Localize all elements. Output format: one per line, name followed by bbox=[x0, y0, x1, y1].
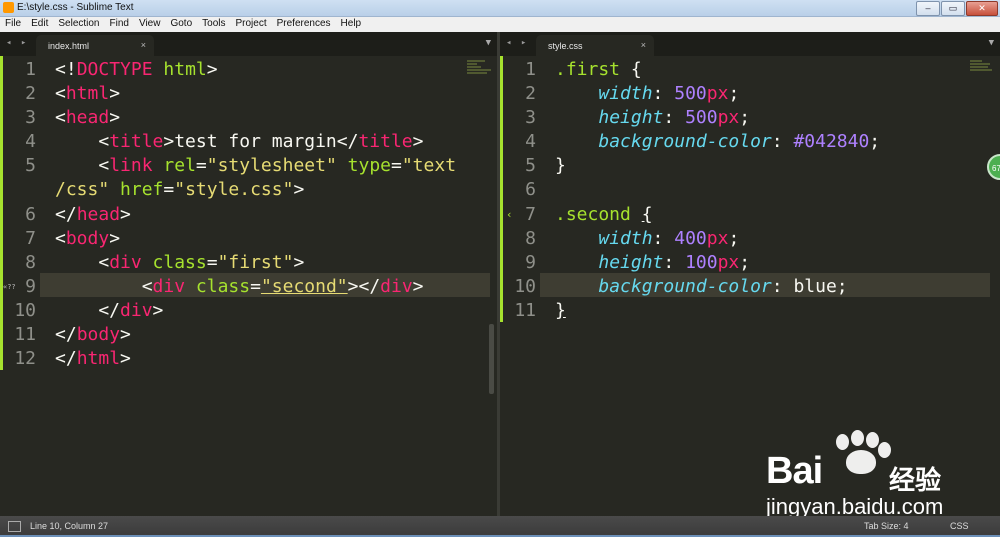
minimap[interactable] bbox=[467, 60, 493, 80]
menu-tools[interactable]: Tools bbox=[197, 17, 230, 32]
minimap[interactable] bbox=[970, 60, 996, 80]
line-number: 5 bbox=[25, 155, 36, 176]
code-line: <html> bbox=[55, 83, 121, 104]
code-line: <head> bbox=[55, 107, 121, 128]
line-number: 6 bbox=[25, 204, 36, 225]
line-number: 12 bbox=[14, 348, 36, 369]
code-line: <body> bbox=[55, 228, 121, 249]
left-tab-bar: ◂ ▸ index.html × ▼ bbox=[0, 32, 497, 56]
code-line: /css" href="style.css"> bbox=[55, 179, 305, 200]
code-line: height: 100px; bbox=[598, 252, 751, 273]
maximize-button[interactable]: ▭ bbox=[941, 1, 965, 16]
tab-nav-arrows-icon[interactable]: ◂ ▸ bbox=[506, 38, 528, 48]
menu-preferences[interactable]: Preferences bbox=[272, 17, 336, 32]
menu-bar: File Edit Selection Find View Goto Tools… bbox=[0, 17, 1000, 32]
tab-dropdown-icon[interactable]: ▼ bbox=[989, 38, 994, 48]
line-number: 3 bbox=[525, 107, 536, 128]
line-number: 7 bbox=[25, 228, 36, 249]
tab-style-css[interactable]: style.css × bbox=[536, 35, 654, 56]
line-number: 7 bbox=[525, 204, 536, 225]
tab-close-icon[interactable]: × bbox=[641, 40, 646, 50]
menu-file[interactable]: File bbox=[0, 17, 26, 32]
vertical-scrollbar[interactable] bbox=[489, 324, 494, 394]
baidu-paw-logo-icon bbox=[832, 430, 892, 480]
window-title: E:\style.css - Sublime Text bbox=[17, 2, 134, 13]
line-number: 2 bbox=[525, 83, 536, 104]
code-line: </head> bbox=[55, 204, 131, 225]
line-number: 4 bbox=[525, 131, 536, 152]
syntax-selector[interactable]: CSS bbox=[950, 521, 969, 531]
code-line: } bbox=[555, 155, 566, 176]
tab-label: index.html bbox=[48, 41, 90, 51]
watermark-brand: Bai bbox=[766, 450, 823, 492]
line-number: 1 bbox=[525, 59, 536, 80]
tab-dropdown-icon[interactable]: ▼ bbox=[486, 38, 491, 48]
code-line: background-color: blue; bbox=[598, 276, 848, 297]
menu-project[interactable]: Project bbox=[231, 17, 272, 32]
minimize-button[interactable]: – bbox=[916, 1, 940, 16]
code-line: width: 400px; bbox=[598, 228, 740, 249]
window-controls: – ▭ ✕ bbox=[916, 1, 998, 16]
line-number: 8 bbox=[525, 228, 536, 249]
line-number: 2 bbox=[25, 83, 36, 104]
code-line: height: 500px; bbox=[598, 107, 751, 128]
sublime-app-icon bbox=[3, 2, 14, 13]
tab-label: style.css bbox=[548, 41, 583, 51]
line-number: 10 bbox=[514, 276, 536, 297]
line-number: 11 bbox=[514, 300, 536, 321]
menu-selection[interactable]: Selection bbox=[53, 17, 104, 32]
code-line: </html> bbox=[55, 348, 131, 369]
baidu-watermark: Bai 经验 jingyan.baidu.com bbox=[766, 430, 976, 520]
code-line: } bbox=[555, 300, 566, 321]
line-number: 9 bbox=[25, 276, 36, 297]
show-panel-icon[interactable] bbox=[8, 521, 21, 532]
code-line: .second { bbox=[555, 204, 653, 225]
line-number: 4 bbox=[25, 131, 36, 152]
right-tab-bar: ◂ ▸ style.css × ▼ bbox=[500, 32, 1000, 56]
line-number: 5 bbox=[525, 155, 536, 176]
code-line: <!DOCTYPE html> bbox=[55, 59, 218, 80]
line-number: 9 bbox=[525, 252, 536, 273]
code-line: </div> bbox=[55, 300, 164, 321]
code-line: width: 500px; bbox=[598, 83, 740, 104]
tab-index-html[interactable]: index.html × bbox=[36, 35, 154, 56]
title-bar: E:\style.css - Sublime Text – ▭ ✕ bbox=[0, 0, 1000, 17]
menu-help[interactable]: Help bbox=[336, 17, 367, 32]
line-number: 10 bbox=[14, 300, 36, 321]
menu-find[interactable]: Find bbox=[105, 17, 134, 32]
code-line: <title>test for margin</title> bbox=[55, 131, 424, 152]
line-number: 3 bbox=[25, 107, 36, 128]
editor-pane-index-html[interactable]: «?? 1 2 3 4 5 6 7 8 9 10 11 12 <!DOCTYPE… bbox=[0, 56, 497, 516]
menu-goto[interactable]: Goto bbox=[165, 17, 197, 32]
code-line: .first { bbox=[555, 59, 642, 80]
code-line: <link rel="stylesheet" type="text bbox=[55, 155, 457, 176]
line-number: 8 bbox=[25, 252, 36, 273]
line-number: 11 bbox=[14, 324, 36, 345]
line-number: 6 bbox=[525, 179, 536, 200]
menu-edit[interactable]: Edit bbox=[26, 17, 53, 32]
tab-size-selector[interactable]: Tab Size: 4 bbox=[864, 521, 909, 531]
cursor-position: Line 10, Column 27 bbox=[30, 521, 109, 531]
close-button[interactable]: ✕ bbox=[966, 1, 998, 16]
code-line: background-color: #042840; bbox=[598, 131, 881, 152]
line-number: 1 bbox=[25, 59, 36, 80]
code-line: </body> bbox=[55, 324, 131, 345]
menu-view[interactable]: View bbox=[134, 17, 166, 32]
tab-nav-arrows-icon[interactable]: ◂ ▸ bbox=[6, 38, 28, 48]
code-line: <div class="first"> bbox=[55, 252, 305, 273]
tab-close-icon[interactable]: × bbox=[141, 40, 146, 50]
status-bar: Line 10, Column 27 Tab Size: 4 CSS bbox=[0, 516, 1000, 537]
watermark-brand-cn: 经验 bbox=[889, 465, 942, 495]
code-line: <div class="second"></div> bbox=[55, 276, 424, 297]
